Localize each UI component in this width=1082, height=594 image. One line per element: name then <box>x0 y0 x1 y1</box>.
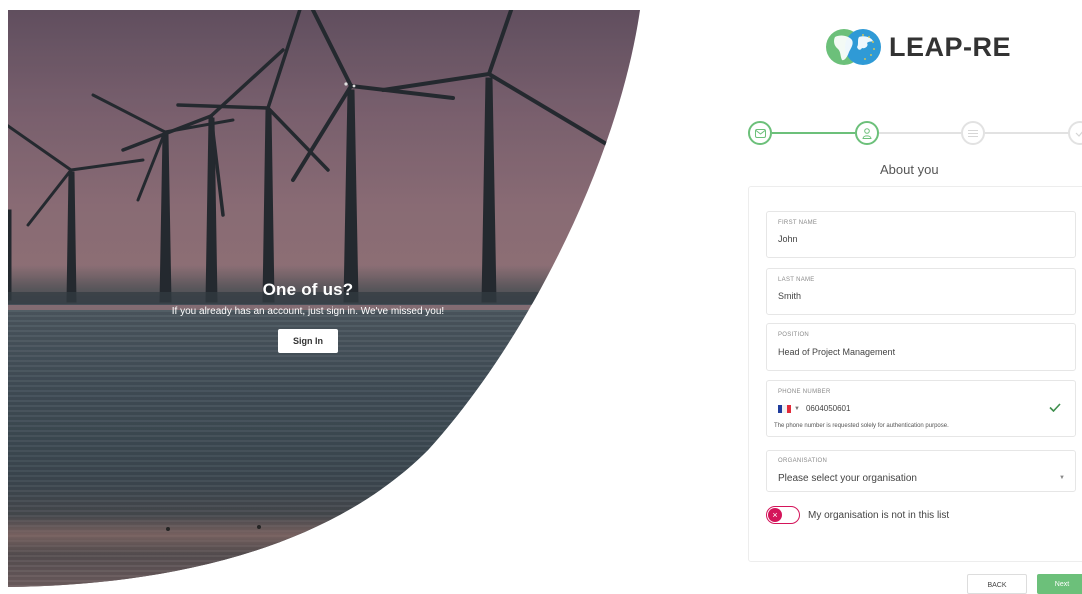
back-button[interactable]: BACK <box>967 574 1027 594</box>
not-in-list-toggle[interactable]: × <box>766 506 800 524</box>
step-connector-pending <box>879 132 961 134</box>
check-icon <box>1075 131 1082 137</box>
valid-check-icon <box>1049 399 1061 417</box>
position-label: POSITION <box>778 332 810 338</box>
phone-field[interactable]: PHONE NUMBER ▼ 0604050601 The phone numb… <box>766 380 1076 437</box>
not-in-list-row: × My organisation is not in this list <box>766 506 949 524</box>
organisation-value[interactable]: Please select your organisation <box>778 473 917 484</box>
first-name-label: FIRST NAME <box>778 220 818 226</box>
phone-label: PHONE NUMBER <box>778 389 831 395</box>
next-button[interactable]: Next <box>1037 574 1082 594</box>
brand-name: LEAP-RE <box>889 31 1012 62</box>
envelope-icon <box>754 128 766 138</box>
last-name-label: LAST NAME <box>778 277 815 283</box>
not-in-list-label: My organisation is not in this list <box>808 509 950 521</box>
list-icon <box>968 129 978 137</box>
user-icon <box>862 127 872 139</box>
africa-europe-logo-icon <box>826 29 881 65</box>
organisation-label: ORGANISATION <box>778 458 828 464</box>
hero-panel: One of us? If you already has an account… <box>8 10 648 587</box>
last-name-input[interactable]: Smith <box>778 291 801 301</box>
step-about-you[interactable] <box>855 121 879 145</box>
organisation-select[interactable]: ORGANISATION Please select your organisa… <box>766 450 1076 492</box>
brand-logo: LEAP-RE <box>825 27 1011 67</box>
step-connector-done <box>772 132 855 134</box>
step-details[interactable] <box>961 121 985 145</box>
step-title: About you <box>880 162 939 177</box>
position-input[interactable]: Head of Project Management <box>778 347 895 357</box>
country-selector[interactable]: ▼ 0604050601 <box>778 404 850 413</box>
hero-content: One of us? If you already has an account… <box>8 280 608 353</box>
hero-subtitle: If you already has an account, just sign… <box>171 306 445 317</box>
france-flag-icon <box>778 404 791 413</box>
progress-stepper <box>748 121 1082 145</box>
close-icon: × <box>768 508 782 522</box>
phone-help-text: The phone number is requested solely for… <box>774 423 949 429</box>
dropdown-arrow-icon: ▼ <box>1059 475 1065 481</box>
hero-title: One of us? <box>262 280 354 299</box>
position-field[interactable]: POSITION Head of Project Management <box>766 323 1076 371</box>
sign-in-button[interactable]: Sign In <box>278 329 338 353</box>
step-email[interactable] <box>748 121 772 145</box>
chevron-down-icon: ▼ <box>794 405 800 412</box>
phone-input[interactable]: 0604050601 <box>806 404 851 413</box>
step-confirm[interactable] <box>1068 121 1082 145</box>
first-name-field[interactable]: FIRST NAME John <box>766 211 1076 258</box>
last-name-field[interactable]: LAST NAME Smith <box>766 268 1076 315</box>
first-name-input[interactable]: John <box>778 234 798 244</box>
step-connector-pending <box>985 132 1075 134</box>
